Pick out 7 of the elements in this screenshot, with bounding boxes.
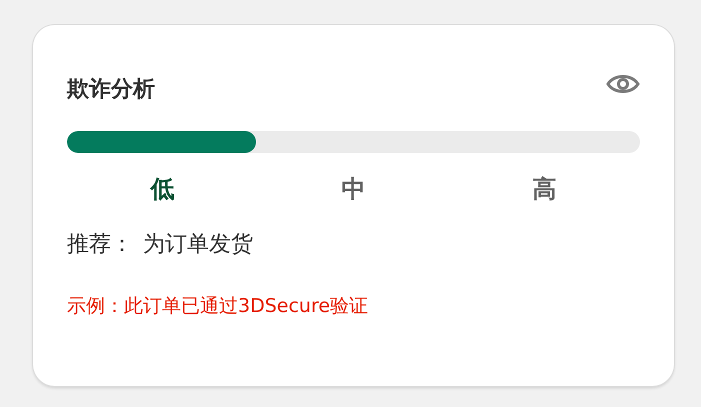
recommendation-label: 推荐：: [67, 234, 133, 256]
recommendation-value: 为订单发货: [143, 234, 253, 256]
note-text: 示例：此订单已通过3DSecure验证: [67, 297, 370, 316]
risk-level-label: 中: [342, 175, 366, 203]
risk-level-label: 高: [532, 175, 556, 203]
risk-level-label: 低: [150, 175, 174, 203]
card-title: 欺诈分析: [67, 79, 155, 101]
